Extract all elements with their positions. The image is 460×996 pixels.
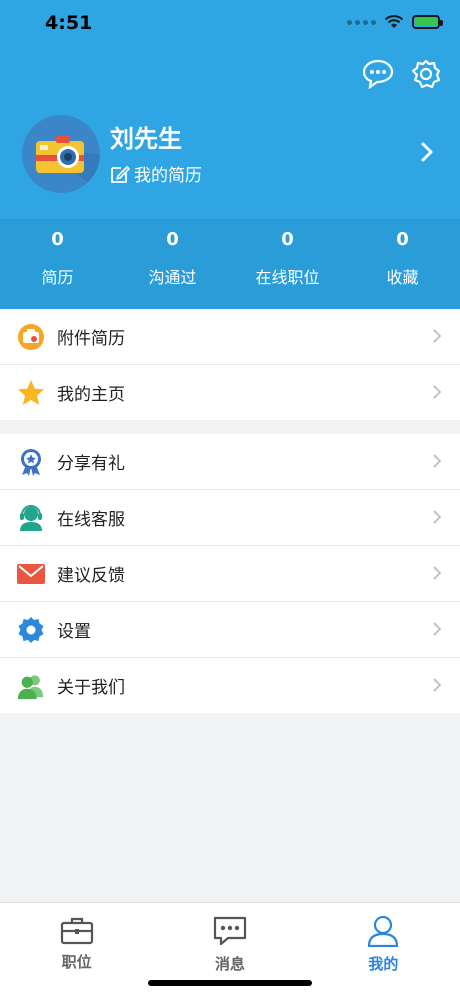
profile-header: 4:51 刘先生 我的简历 0 简历 0 沟通过 0 在线职位 0 收藏 [0, 0, 460, 309]
my-resume-link[interactable]: 我的简历 [110, 161, 202, 186]
user-name: 刘先生 [110, 125, 182, 153]
menu-label: 关于我们 [57, 678, 125, 698]
support-agent-icon [17, 504, 45, 532]
menu-group-1: 附件简历 我的主页 [0, 309, 460, 420]
profile-card[interactable]: 刘先生 我的简历 [22, 115, 442, 195]
menu-item-about-us[interactable]: 关于我们 [0, 658, 460, 713]
stat-label: 简历 [41, 268, 74, 287]
tab-jobs[interactable]: 职位 [0, 903, 153, 996]
menu-item-my-homepage[interactable]: 我的主页 [0, 365, 460, 420]
stat-value: 0 [396, 229, 409, 250]
chevron-right-icon [432, 384, 442, 404]
award-icon [17, 448, 45, 476]
screen: 4:51 刘先生 我的简历 0 简历 0 沟通过 0 在线职位 0 收藏 附件简… [0, 0, 460, 996]
chevron-right-icon [432, 328, 442, 348]
edit-icon [111, 165, 130, 183]
tab-label: 消息 [214, 955, 245, 973]
menu-label: 建议反馈 [57, 566, 125, 586]
stat-online-jobs[interactable]: 0 在线职位 [230, 219, 345, 309]
users-icon [17, 672, 45, 700]
gear-icon [17, 616, 45, 644]
stat-label: 在线职位 [255, 268, 320, 287]
stat-label: 沟通过 [148, 268, 197, 287]
wifi-icon [384, 15, 404, 28]
menu-item-attachment-resume[interactable]: 附件简历 [0, 309, 460, 365]
tab-label: 职位 [61, 953, 92, 971]
stat-favorites[interactable]: 0 收藏 [345, 219, 460, 309]
stat-contacted[interactable]: 0 沟通过 [115, 219, 230, 309]
status-icons [347, 15, 443, 29]
menu-item-share-gift[interactable]: 分享有礼 [0, 434, 460, 490]
chat-icon [213, 916, 247, 946]
chevron-right-icon [432, 621, 442, 641]
mail-icon [17, 560, 45, 588]
signal-icon [347, 19, 376, 25]
menu-label: 在线客服 [57, 510, 125, 530]
menu-item-settings[interactable]: 设置 [0, 602, 460, 658]
message-bubble-icon[interactable] [362, 58, 394, 90]
resume-link-label: 我的简历 [134, 166, 202, 186]
menu-label: 我的主页 [57, 385, 125, 405]
settings-gear-icon[interactable] [410, 58, 442, 90]
briefcase-icon [60, 917, 93, 945]
chevron-right-icon [432, 677, 442, 697]
menu-group-2: 分享有礼 在线客服 建议反馈 设置 关于我们 [0, 434, 460, 713]
stat-label: 收藏 [386, 268, 419, 287]
tab-label: 我的 [368, 955, 399, 973]
menu-label: 附件简历 [57, 329, 125, 349]
menu-label: 分享有礼 [57, 454, 125, 474]
avatar[interactable] [22, 115, 100, 193]
chevron-right-icon [432, 509, 442, 529]
status-time: 4:51 [45, 12, 93, 34]
stat-value: 0 [51, 229, 64, 250]
chevron-right-icon [432, 565, 442, 585]
stat-resume[interactable]: 0 简历 [0, 219, 115, 309]
stat-value: 0 [281, 229, 294, 250]
person-icon [368, 915, 399, 947]
home-indicator[interactable] [148, 980, 312, 986]
tab-mine[interactable]: 我的 [307, 903, 460, 996]
chevron-right-icon [432, 453, 442, 473]
stats-bar: 0 简历 0 沟通过 0 在线职位 0 收藏 [0, 219, 460, 309]
star-icon [17, 379, 45, 407]
tab-bar: 职位 消息 我的 [0, 902, 460, 996]
chevron-right-icon[interactable] [420, 141, 434, 167]
battery-icon [412, 15, 443, 29]
menu-label: 设置 [57, 622, 91, 642]
attachment-resume-icon [17, 323, 45, 351]
stat-value: 0 [166, 229, 179, 250]
menu-item-online-support[interactable]: 在线客服 [0, 490, 460, 546]
menu-item-feedback[interactable]: 建议反馈 [0, 546, 460, 602]
